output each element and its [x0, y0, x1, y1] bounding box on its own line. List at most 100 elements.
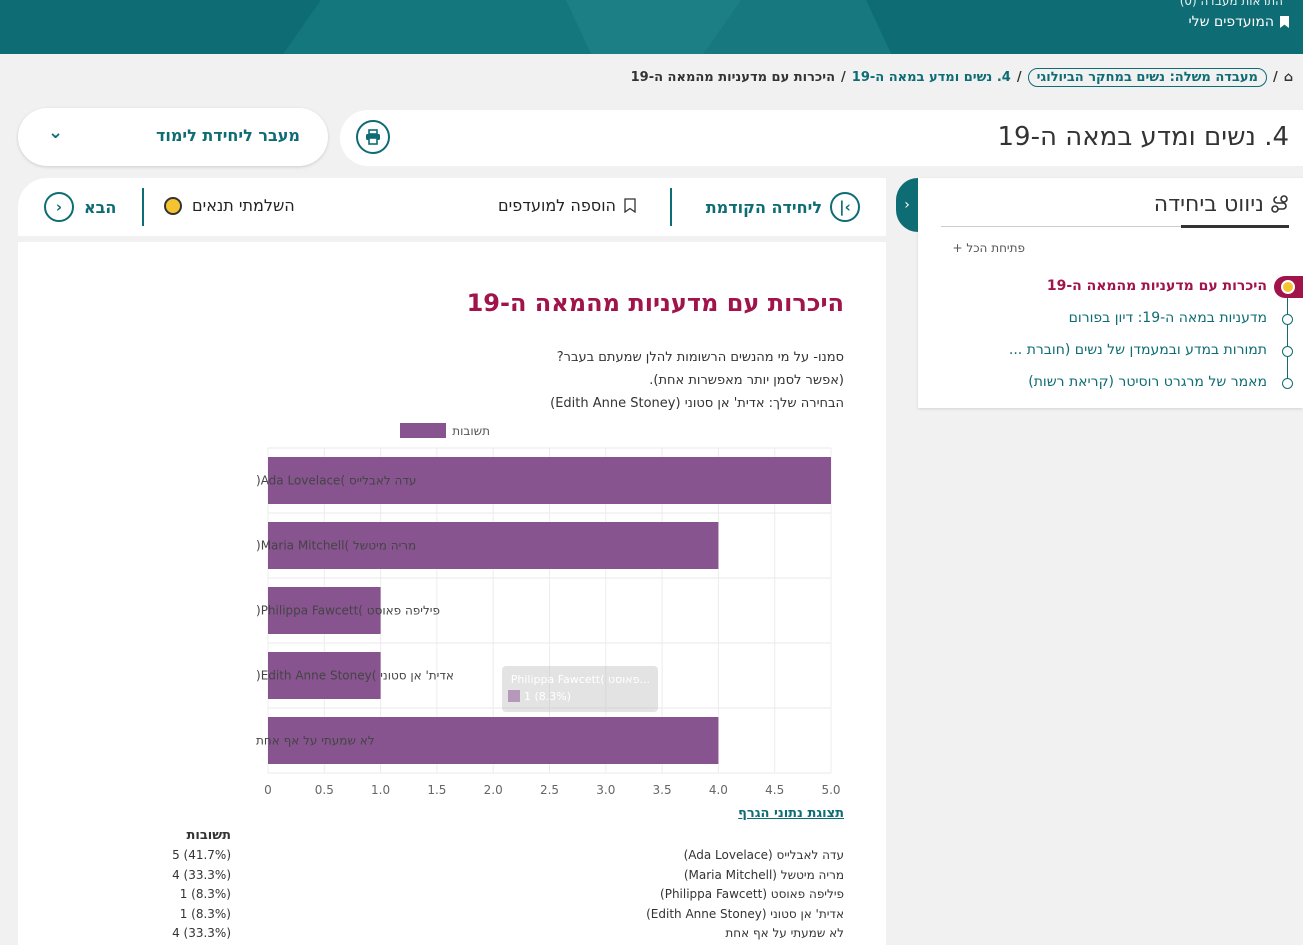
- table-row-value: 4 (33.3%): [172, 867, 231, 882]
- user-selection: הבחירה שלך: אדית' אן סטוני (Edith Anne S…: [550, 396, 844, 411]
- tooltip-swatch: [508, 690, 520, 702]
- status-indicator-icon: [164, 196, 182, 215]
- current-status-icon: [1281, 280, 1295, 294]
- x-tick-label: 2.5: [540, 783, 559, 797]
- favorites-label: המועדפים שלי: [1188, 14, 1275, 30]
- table-row-label: לא שמעתי על אף אחת: [725, 926, 844, 940]
- question-line: (אפשר לסמן יותר מאפשרות אחת).: [649, 373, 844, 388]
- x-tick-label: 3.0: [596, 783, 615, 797]
- unit-navigation-panel: › ניווט ביחידה פתיחת הכל + היכרות עם מדע…: [896, 178, 1303, 408]
- home-icon[interactable]: ⌂: [1284, 70, 1293, 85]
- table-row: אדית' אן סטוני (Edith Anne Stoney) 1 (8.3…: [18, 907, 886, 926]
- legend-label: תשובות: [452, 424, 490, 438]
- bookmark-outline-icon: [624, 198, 636, 213]
- collapse-nav-button[interactable]: ›: [896, 178, 918, 232]
- open-all-link[interactable]: פתיחת הכל +: [953, 241, 1025, 255]
- show-chart-data-link[interactable]: תצוגת נתוני הגרף: [738, 806, 844, 821]
- next-button[interactable]: הבא ‹: [44, 192, 116, 222]
- bar-chart: תשובות 0 0.5 1.0 1.5 2.0 2.5 3.0 3.5 4.0 4.5 5.0 עדה…: [256, 423, 841, 797]
- x-tick-label: 0: [264, 783, 272, 797]
- x-tick-label: 1.0: [371, 783, 390, 797]
- category-label: מריה מיטשל )Maria Mitchell(: [256, 539, 416, 553]
- nav-item-dot-icon: [1282, 378, 1293, 389]
- print-button[interactable]: [356, 120, 390, 154]
- chevron-left-icon: ‹: [44, 192, 74, 222]
- table-row-value: 4 (33.3%): [172, 926, 231, 940]
- banner-decoration: [552, 0, 908, 54]
- tooltip-value: 1 (8.3%): [524, 690, 572, 703]
- x-tick-label: 0.5: [315, 783, 334, 797]
- breadcrumb-unit-link[interactable]: 4. נשים ומדע במאה ה-19: [852, 70, 1011, 85]
- category-label: אדית' אן סטוני )Edith Anne Stoney(: [256, 669, 454, 683]
- unit-toolbar: ›| ליחידה הקודמת הוספה למועדפים השלמתי ת…: [18, 178, 886, 236]
- completion-label: השלמתי תנאים: [192, 196, 295, 215]
- x-tick-label: 4.5: [765, 783, 784, 797]
- table-header: תשובות: [186, 828, 231, 843]
- x-tick-label: 2.0: [484, 783, 503, 797]
- table-row: מריה מיטשל (Maria Mitchell) 4 (33.3%): [18, 868, 886, 887]
- route-icon: [1271, 195, 1288, 213]
- table-row-label: מריה מיטשל (Maria Mitchell): [683, 867, 844, 882]
- legend-swatch: [400, 423, 446, 438]
- tooltip-title: Philippa Fawcett( פאוסט...: [510, 673, 650, 686]
- add-favorite-button[interactable]: הוספה למועדפים: [498, 196, 636, 215]
- table-row-value: 1 (8.3%): [179, 887, 231, 901]
- navigation-title-text: ניווט ביחידה: [1153, 192, 1264, 217]
- skip-previous-icon: ›|: [830, 192, 860, 222]
- question-line: סמנו- על מי מהנשים הרשומות להלן שמעתם בע…: [556, 350, 844, 365]
- category-label: לא שמעתי על אף אחת: [256, 734, 375, 748]
- divider: [142, 188, 144, 226]
- nav-item-forum[interactable]: מדעניות במאה ה-19: דיון בפורום: [1069, 310, 1267, 326]
- table-row-label: אדית' אן סטוני (Edith Anne Stoney): [646, 906, 844, 921]
- table-row: לא שמעתי על אף אחת 4 (33.3%): [18, 926, 886, 945]
- results-chart: תשובות 0 0.5 1.0 1.5 2.0 2.5 3.0 3.5 4.0 4.5 5.0 עדה…: [18, 418, 886, 798]
- title-underline: [1181, 225, 1289, 228]
- chevron-down-icon: ⌄: [48, 122, 64, 143]
- category-label: עדה לאבלייס )Ada Lovelace(: [256, 474, 416, 488]
- completion-status[interactable]: השלמתי תנאים: [164, 196, 295, 215]
- question-text: סמנו- על מי מהנשים הרשומות להלן שמעתם בע…: [284, 346, 844, 415]
- chart-tooltip: Philippa Fawcett( פאוסט... 1 (8.3%): [502, 666, 658, 712]
- add-favorite-label: הוספה למועדפים: [498, 196, 616, 215]
- table-row: עדה לאבלייס (Ada Lovelace) 5 (41.7%): [18, 848, 886, 867]
- unit-select-label: מעבר ליחידת לימוד: [155, 126, 300, 145]
- unit-select-dropdown[interactable]: מעבר ליחידת לימוד ⌄: [18, 108, 328, 166]
- nav-item-current[interactable]: היכרות עם מדעניות מהמאה ה-19: [1047, 278, 1267, 294]
- x-tick-label: 1.5: [427, 783, 446, 797]
- breadcrumb-current: היכרות עם מדעניות מהמאה ה-19: [630, 70, 836, 85]
- table-row-value: 1 (8.3%): [179, 906, 231, 921]
- activity-title: היכרות עם מדעניות מהמאה ה-19: [466, 289, 844, 317]
- breadcrumb-separator: /: [1016, 70, 1022, 85]
- next-label: הבא: [84, 197, 117, 217]
- category-label: פיליפה פאוסט )Philippa Fawcett(: [256, 604, 440, 618]
- x-tick-label: 5.0: [821, 783, 840, 797]
- my-favorites-link[interactable]: המועדפים שלי: [1188, 14, 1289, 30]
- content-area: היכרות עם מדעניות מהמאה ה-19 סמנו- על מי…: [18, 242, 886, 945]
- nav-item-dot-icon: [1282, 314, 1293, 325]
- top-banner: התראות מעבדה (0) המועדפים שלי: [0, 0, 1303, 54]
- header-panel: 4. נשים ומדע במאה ה-19: [340, 110, 1303, 166]
- breadcrumb: ⌂ / מעבדה משלה: נשים במחקר הביולוגי / 4.…: [631, 68, 1293, 87]
- navigation-title: ניווט ביחידה: [1154, 192, 1289, 217]
- nav-timeline-line: [1287, 286, 1288, 382]
- bookmark-icon: [1280, 16, 1289, 28]
- nav-item-booklet[interactable]: תמורות במדע ובמעמדן של נשים (חוברת ...: [1009, 342, 1267, 358]
- x-tick-label: 3.5: [653, 783, 672, 797]
- page-title: 4. נשים ומדע במאה ה-19: [997, 122, 1290, 152]
- table-row-value: 5 (41.7%): [172, 848, 231, 862]
- x-tick-label: 4.0: [709, 783, 728, 797]
- chevron-right-icon: ›: [904, 197, 910, 213]
- table-row-label: עדה לאבלייס (Ada Lovelace): [683, 848, 844, 862]
- notifications-link[interactable]: התראות מעבדה (0): [1180, 0, 1283, 8]
- nav-item-dot-icon: [1282, 346, 1293, 357]
- breadcrumb-course-link[interactable]: מעבדה משלה: נשים במחקר הביולוגי: [1027, 68, 1267, 87]
- previous-unit-button[interactable]: ›| ליחידה הקודמת: [706, 192, 860, 222]
- print-icon: [366, 129, 380, 145]
- table-row-label: פיליפה פאוסט (Philippa Fawcett): [660, 887, 844, 901]
- nav-item-article[interactable]: מאמר של מרגרט רוסיטר (קריאת רשות): [1028, 374, 1267, 390]
- breadcrumb-separator: /: [1272, 70, 1278, 85]
- breadcrumb-separator: /: [841, 70, 846, 85]
- divider: [670, 188, 672, 226]
- table-row: פיליפה פאוסט (Philippa Fawcett) 1 (8.3%): [18, 887, 886, 906]
- previous-unit-label: ליחידה הקודמת: [705, 197, 822, 217]
